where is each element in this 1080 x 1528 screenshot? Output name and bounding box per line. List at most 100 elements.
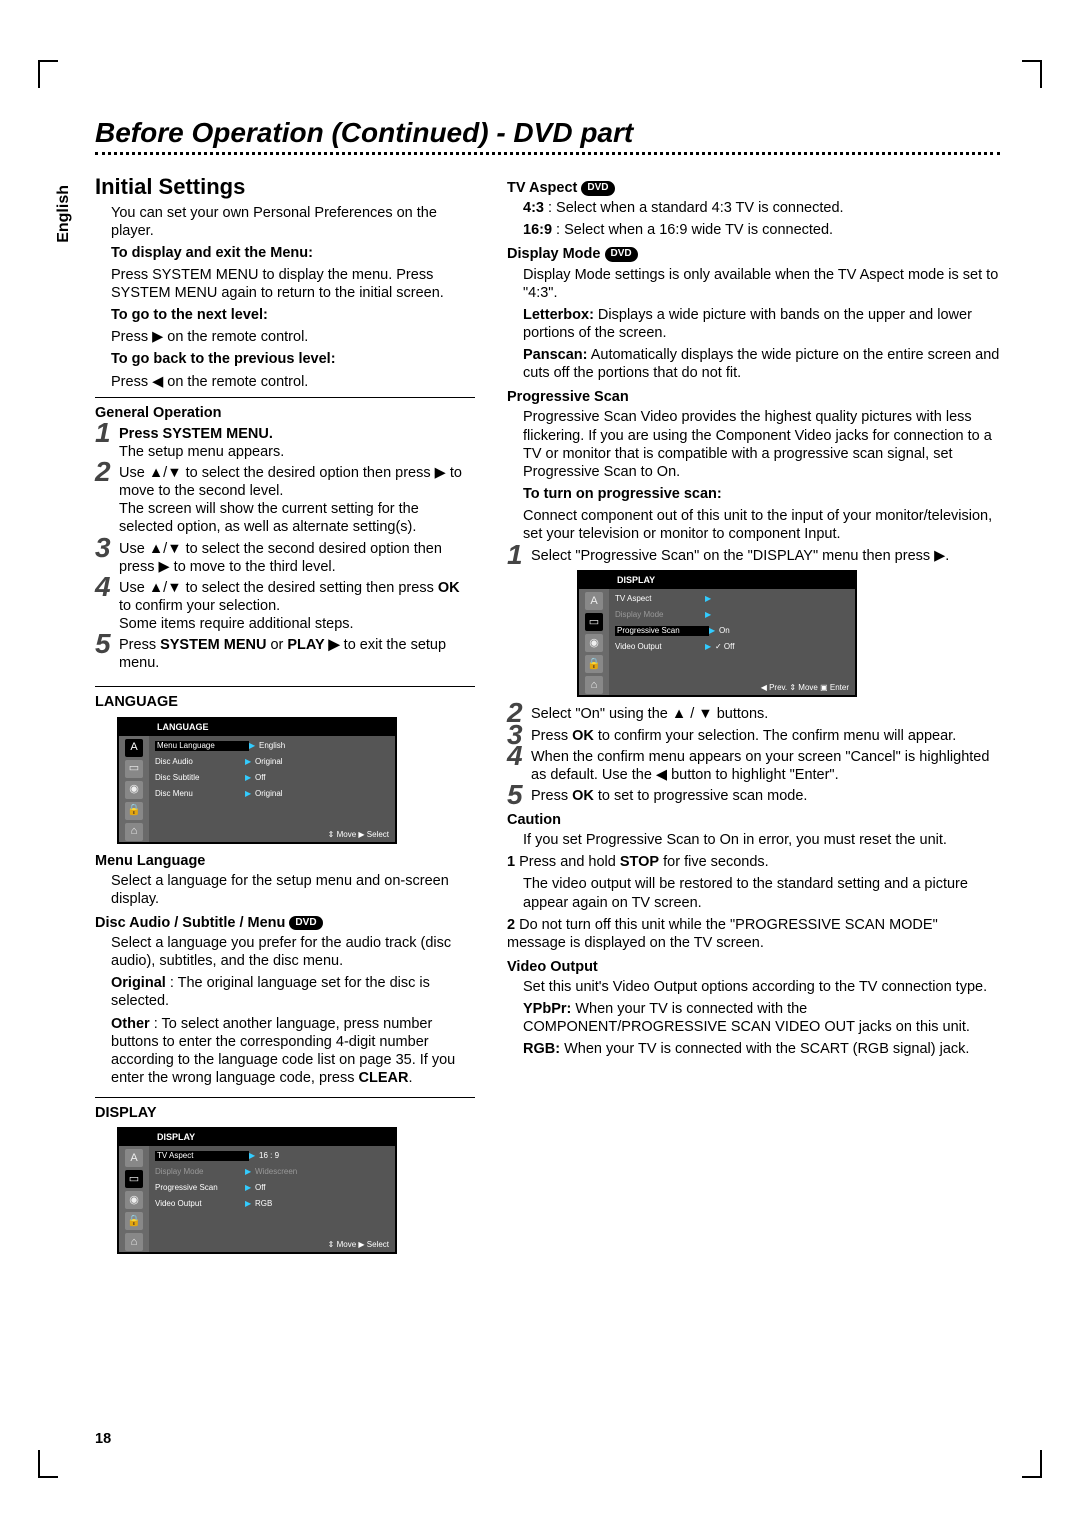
caution-head: Caution	[507, 811, 1000, 829]
pstep3b: to confirm your selection. The confirm m…	[594, 728, 956, 744]
prog-head: Progressive Scan	[507, 388, 1000, 406]
c2b: Do not turn off this unit while the "PRO…	[507, 917, 938, 951]
osd-row: Disc Subtitle▶Off	[155, 770, 391, 786]
step4b: to confirm your selection.	[119, 598, 280, 614]
osd-display-foot: ⇕ Move ▶ Select	[328, 1241, 389, 1249]
osd-row: Video Output▶RGB	[155, 1196, 391, 1212]
prev-level-head: To go back to the previous level:	[111, 351, 336, 367]
osd-tab-display-icon: ▭	[125, 760, 143, 778]
vout-head: Video Output	[507, 958, 1000, 976]
osd-tab-language-icon: A	[125, 739, 143, 757]
osd-display-title: DISPLAY	[119, 1129, 395, 1146]
pstep1: Select "Progressive Scan" on the "DISPLA…	[531, 548, 949, 564]
tvaspect-169l: 16:9	[523, 222, 552, 238]
language-head: LANGUAGE	[95, 693, 475, 711]
osd-tab-audio-icon: ◉	[125, 1191, 143, 1209]
osd-row: Disc Audio▶Original	[155, 754, 391, 770]
rgb-l: RGB:	[523, 1041, 560, 1057]
tvaspect-43l: 4:3	[523, 200, 544, 216]
step3: Use ▲/▼ to select the second desired opt…	[119, 541, 442, 575]
prog-1: Progressive Scan Video provides the high…	[523, 408, 1000, 481]
step4c: Some items require additional steps.	[119, 616, 354, 632]
c1a: 1	[507, 854, 515, 870]
dvd-badge: DVD	[289, 916, 322, 931]
osd-row: Display Mode▶	[615, 607, 851, 623]
step4-ok: OK	[438, 580, 460, 596]
pstep5a: Press	[531, 788, 572, 804]
c1c: for five seconds.	[659, 854, 769, 870]
prog-turnon-head: To turn on progressive scan:	[523, 486, 722, 502]
display-exit-body: Press SYSTEM MENU to display the menu. P…	[111, 266, 475, 302]
osd-tab-audio-icon: ◉	[125, 781, 143, 799]
pstep3a: Press	[531, 728, 572, 744]
pstep2: Select "On" using the ▲ / ▼ buttons.	[531, 706, 768, 722]
step4a: Use ▲/▼ to select the desired setting th…	[119, 580, 438, 596]
osd-display: DISPLAY A ▭ ◉ 🔒 ⌂ TV Aspect▶16 : 9Displa…	[117, 1127, 397, 1254]
menu-language-head: Menu Language	[95, 852, 475, 870]
tvaspect-43: : Select when a standard 4:3 TV is conne…	[544, 200, 844, 216]
caution-1: If you set Progressive Scan to On in err…	[523, 831, 1000, 849]
general-operation-head: General Operation	[95, 404, 475, 422]
ypbpr: When your TV is connected with the COMPO…	[523, 1001, 970, 1035]
ypbpr-l: YPbPr:	[523, 1001, 571, 1017]
dispmode-1: Display Mode settings is only available …	[523, 266, 1000, 302]
c1b: Press and hold	[519, 854, 620, 870]
section-initial-settings: Initial Settings	[95, 173, 475, 201]
disc-asm-orig-l: Original	[111, 975, 166, 991]
next-level-head: To go to the next level:	[111, 307, 268, 323]
osd-row: Display Mode▶Widescreen	[155, 1164, 391, 1180]
rgb: When your TV is connected with the SCART…	[560, 1041, 969, 1057]
disc-asm-1: Select a language you prefer for the aud…	[111, 934, 475, 970]
disc-asm-head: Disc Audio / Subtitle / Menu	[95, 915, 285, 931]
osd-display2-title: DISPLAY	[579, 572, 855, 589]
osd-tab-others-icon: ⌂	[585, 676, 603, 694]
c2a: 2	[507, 917, 515, 933]
osd-row: Progressive Scan▶On	[615, 623, 851, 639]
tvaspect-head: TV Aspect	[507, 180, 577, 196]
osd-tab-display-icon: ▭	[125, 1170, 143, 1188]
step1-head: Press SYSTEM MENU.	[119, 426, 273, 442]
next-level-body: Press ▶ on the remote control.	[111, 328, 475, 346]
osd-row: Disc Menu▶Original	[155, 786, 391, 802]
step2b: The screen will show the current setting…	[119, 501, 419, 535]
osd-row: TV Aspect▶	[615, 591, 851, 607]
dotted-rule	[95, 152, 1000, 155]
letterbox-l: Letterbox:	[523, 307, 594, 323]
osd-tab-audio-icon: ◉	[585, 634, 603, 652]
disc-asm-other-l: Other	[111, 1016, 150, 1032]
step5a: Press	[119, 637, 160, 653]
osd-tab-language-icon: A	[125, 1149, 143, 1167]
osd-row: Progressive Scan▶Off	[155, 1180, 391, 1196]
osd-tab-others-icon: ⌂	[125, 823, 143, 841]
step5-system-menu: SYSTEM MENU	[160, 637, 266, 653]
osd-row: Menu Language▶English	[155, 738, 391, 754]
osd-tab-lock-icon: 🔒	[125, 802, 143, 820]
tvaspect-169: : Select when a 16:9 wide TV is connecte…	[552, 222, 833, 238]
osd-row: Video Output▶✓ Off	[615, 639, 851, 655]
step1-body: The setup menu appears.	[119, 444, 284, 460]
panscan: Automatically displays the wide picture …	[523, 347, 999, 381]
intro-text: You can set your own Personal Preference…	[111, 204, 475, 240]
osd-row: TV Aspect▶16 : 9	[155, 1148, 391, 1164]
page-title: Before Operation (Continued) - DVD part	[95, 115, 1000, 150]
pstep5b: to set to progressive scan mode.	[594, 788, 808, 804]
menu-language-body: Select a language for the setup menu and…	[111, 872, 475, 908]
dvd-badge: DVD	[605, 247, 638, 262]
osd-language-title: LANGUAGE	[119, 719, 395, 736]
osd-tab-others-icon: ⌂	[125, 1233, 143, 1251]
display-head: DISPLAY	[95, 1104, 475, 1122]
osd-display2-foot: ◀ Prev. ⇕ Move ▣ Enter	[761, 684, 849, 692]
page-number: 18	[95, 1430, 111, 1448]
prev-level-body: Press ◀ on the remote control.	[111, 373, 475, 391]
language-tab: English	[54, 185, 74, 243]
dispmode-head: Display Mode	[507, 246, 600, 262]
prog-turnon-body: Connect component out of this unit to th…	[523, 507, 1000, 543]
osd-language-foot: ⇕ Move ▶ Select	[328, 831, 389, 839]
c1stop: STOP	[620, 854, 659, 870]
disc-asm-clear: CLEAR	[358, 1070, 408, 1086]
step5-play: PLAY ▶	[287, 637, 339, 653]
dvd-badge: DVD	[581, 181, 614, 196]
pstep4: When the confirm menu appears on your sc…	[531, 749, 989, 783]
osd-language: LANGUAGE A ▭ ◉ 🔒 ⌂ Menu Language▶English…	[117, 717, 397, 844]
c1d: The video output will be restored to the…	[523, 875, 1000, 911]
